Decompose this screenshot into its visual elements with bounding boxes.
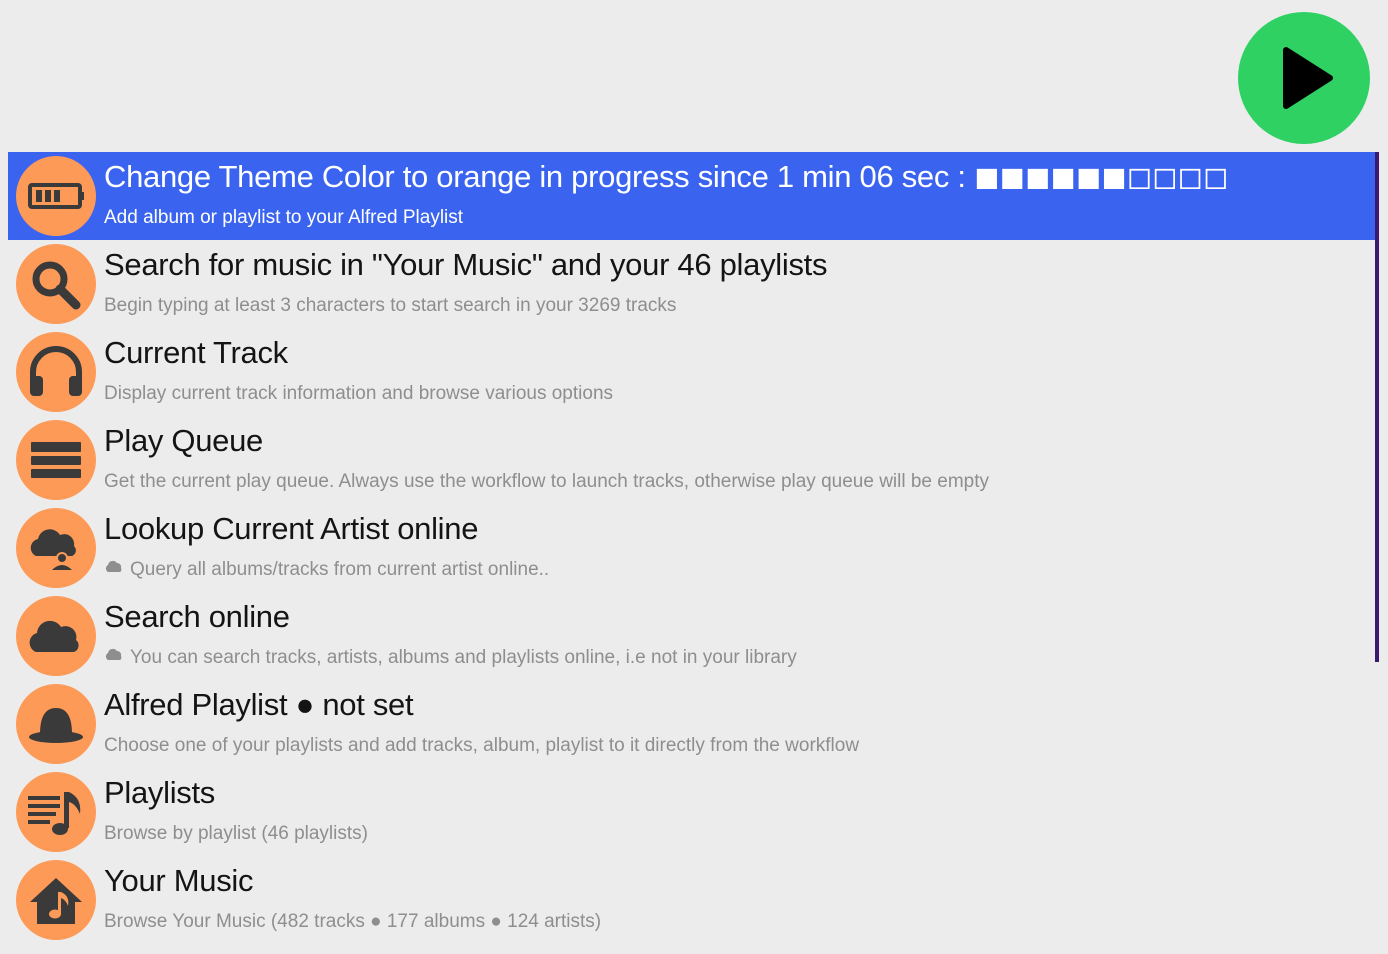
result-title: Search online [104,599,290,634]
result-item-play-queue[interactable]: Play Queue Get the current play queue. A… [8,416,1376,504]
result-item-current-track[interactable]: Current Track Display current track info… [8,328,1376,416]
result-item-change-theme[interactable]: Change Theme Color to orange in progress… [8,152,1376,240]
cloud-icon [104,645,124,667]
result-title: Your Music [104,863,254,898]
result-subtitle: Get the current play queue. Always use t… [104,471,990,492]
headphones-icon [16,332,96,412]
bowler-hat-icon [16,684,96,764]
result-title: Search for music in "Your Music" and you… [104,247,828,282]
result-item-your-music[interactable]: Your Music Browse Your Music (482 tracks… [8,856,1376,944]
home-music-icon [16,860,96,940]
spotify-play-logo [1238,12,1370,144]
cloud-icon [16,596,96,676]
result-title: Alfred Playlist ● not set [104,687,414,722]
result-title: Current Track [104,335,288,370]
result-title: Change Theme Color to orange in progress… [104,159,1229,194]
playlist-note-icon [16,772,96,852]
result-subtitle: Add album or playlist to your Alfred Pla… [104,207,464,228]
queue-list-icon [16,420,96,500]
search-icon [16,244,96,324]
result-title: Lookup Current Artist online [104,511,479,546]
battery-progress-icon [16,156,96,236]
cloud-icon [104,557,124,579]
result-subtitle: You can search tracks, artists, albums a… [104,647,797,669]
result-item-playlists[interactable]: Playlists Browse by playlist (46 playlis… [8,768,1376,856]
result-item-lookup-artist[interactable]: Lookup Current Artist online Query all a… [8,504,1376,592]
result-title: Playlists [104,775,215,810]
result-subtitle: Begin typing at least 3 characters to st… [104,295,677,316]
result-subtitle-text: Query all albums/tracks from current art… [130,559,550,581]
result-item-search-online[interactable]: Search online You can search tracks, art… [8,592,1376,680]
result-subtitle-text: You can search tracks, artists, albums a… [130,647,797,669]
cloud-person-icon [16,508,96,588]
results-list: Change Theme Color to orange in progress… [8,152,1376,944]
result-subtitle: Display current track information and br… [104,383,614,404]
result-subtitle: Query all albums/tracks from current art… [104,559,549,581]
result-title: Play Queue [104,423,263,458]
spotify-mini-player-window: Change Theme Color to orange in progress… [0,0,1388,954]
result-subtitle: Choose one of your playlists and add tra… [104,735,860,756]
result-subtitle: Browse by playlist (46 playlists) [104,823,368,844]
play-icon [1283,47,1333,109]
result-item-search-music[interactable]: Search for music in "Your Music" and you… [8,240,1376,328]
result-subtitle: Browse Your Music (482 tracks ● 177 albu… [104,911,602,932]
scrollbar[interactable] [1375,152,1379,662]
result-item-alfred-playlist[interactable]: Alfred Playlist ● not set Choose one of … [8,680,1376,768]
